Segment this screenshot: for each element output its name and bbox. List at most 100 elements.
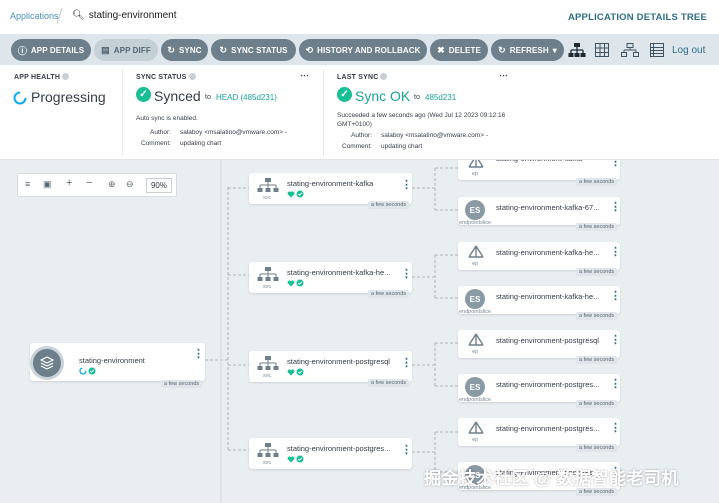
comment-value: updating chart bbox=[381, 143, 423, 150]
last-sync-status: Sync OK bbox=[355, 88, 411, 104]
service-node[interactable]: svc stating-environment-kafka-he... ⋮ a … bbox=[249, 262, 412, 298]
node-menu-icon[interactable]: ⋮ bbox=[610, 423, 621, 434]
app-diff-label: APP DIFF bbox=[113, 45, 151, 55]
author-label: Author: bbox=[351, 132, 372, 139]
app-diff-button[interactable]: ▤ APP DIFF bbox=[94, 39, 158, 61]
history-label: HISTORY AND ROLLBACK bbox=[317, 45, 421, 55]
breadcrumb-app-label: stating-environment bbox=[88, 10, 177, 21]
author-value: salaboy <msalatino@vmware.com> - bbox=[381, 132, 489, 139]
sync-button[interactable]: ↻ SYNC bbox=[161, 39, 208, 61]
service-node[interactable]: svc stating-environment-kafka ⋮ a few se… bbox=[249, 173, 412, 209]
node-menu-icon[interactable]: ⋮ bbox=[610, 247, 621, 258]
endpointslice-node[interactable]: ES endpointslice stating-environment-kaf… bbox=[458, 286, 621, 320]
last-sync-revision[interactable]: 485d231 bbox=[425, 93, 456, 102]
endpoint-node[interactable]: ep stating-environment-postgres... ⋮ a f… bbox=[458, 418, 621, 452]
last-sync-title: LAST SYNC bbox=[337, 73, 388, 81]
node-kind: ep bbox=[472, 349, 479, 355]
app-health-status: Progressing bbox=[31, 89, 106, 105]
app-health-title: APP HEALTH bbox=[14, 73, 70, 81]
app-details-button[interactable]: ⓘ APP DETAILS bbox=[11, 39, 91, 61]
node-status-icons bbox=[287, 455, 304, 463]
node-name: stating-environment-kafka-he... bbox=[496, 292, 600, 301]
refresh-icon: ↻ bbox=[498, 44, 506, 55]
endpoint-node[interactable]: ep stating-environment-postgresql ⋮ a fe… bbox=[458, 330, 621, 364]
progressing-icon bbox=[13, 91, 27, 105]
sync-status-label: SYNC STATUS bbox=[231, 45, 288, 55]
sync-status-title: SYNC STATUS bbox=[136, 73, 196, 81]
node-status-icons bbox=[287, 368, 304, 376]
chevron-down-icon: ▾ bbox=[552, 45, 557, 55]
comment-label: Comment: bbox=[141, 140, 171, 147]
magnify-plus-icon[interactable]: ⊕ bbox=[108, 179, 116, 190]
node-name: stating-environment-postgresql bbox=[496, 336, 599, 345]
search-icon: 🔍︎ bbox=[72, 10, 85, 21]
node-time: a few seconds bbox=[576, 268, 618, 276]
refresh-button[interactable]: ↻ REFRESH ▾ bbox=[491, 39, 564, 61]
node-menu-icon[interactable]: ⋮ bbox=[401, 445, 412, 456]
sync-status-more-icon[interactable]: ⋯ bbox=[300, 70, 310, 81]
node-menu-icon[interactable]: ⋮ bbox=[610, 202, 621, 213]
node-time: a few seconds bbox=[576, 356, 618, 364]
node-kind: svc bbox=[263, 284, 272, 290]
node-menu-icon[interactable]: ⋮ bbox=[610, 335, 621, 346]
zoom-level[interactable]: 90% bbox=[146, 178, 172, 193]
sync-status-section: SYNC STATUS ⋯ ✓ Synced to HEAD (485d231)… bbox=[123, 65, 323, 160]
endpointslice-node[interactable]: ES endpointslice stating-environment-pos… bbox=[458, 374, 621, 408]
endpointslice-icon: ES bbox=[465, 200, 485, 220]
node-status-icons bbox=[79, 367, 96, 375]
endpoint-node[interactable]: ep stating-environment-kafka-he... ⋮ a f… bbox=[458, 242, 621, 276]
node-menu-icon[interactable]: ⋮ bbox=[401, 180, 412, 191]
endpoint-icon bbox=[468, 245, 484, 258]
magnify-minus-icon[interactable]: ⊖ bbox=[126, 179, 134, 190]
endpointslice-icon: ES bbox=[465, 377, 485, 397]
node-menu-icon[interactable]: ⋮ bbox=[610, 291, 621, 302]
logout-link[interactable]: Log out bbox=[672, 45, 705, 56]
node-name: stating-environment-postgresql bbox=[287, 357, 390, 366]
node-name: stating-environment-kafka bbox=[496, 160, 582, 163]
top-bar: Applications 🔍︎ stating-environment APPLI… bbox=[0, 0, 719, 34]
node-name: stating-environment-kafka-he... bbox=[496, 248, 600, 257]
app-root-node[interactable]: stating-environment ⋮ a few seconds bbox=[30, 343, 205, 388]
service-node[interactable]: svc stating-environment-postgresql ⋮ a f… bbox=[249, 351, 412, 387]
node-kind: ep bbox=[472, 437, 479, 443]
zoom-in-icon[interactable]: + bbox=[66, 177, 72, 189]
network-view-icon[interactable] bbox=[621, 43, 639, 57]
node-name: stating-environment bbox=[79, 356, 145, 365]
sync-status-button[interactable]: ↻ SYNC STATUS bbox=[211, 39, 296, 61]
node-time: a few seconds bbox=[161, 380, 203, 388]
sync-status-revision[interactable]: HEAD (485d231) bbox=[216, 93, 277, 102]
info-icon: ⓘ bbox=[17, 45, 27, 56]
align-icon[interactable]: ≡ bbox=[25, 179, 30, 189]
breadcrumb-applications[interactable]: Applications bbox=[10, 11, 59, 21]
node-menu-icon[interactable]: ⋮ bbox=[610, 379, 621, 390]
node-name: stating-environment-postgres... bbox=[496, 380, 600, 389]
zoom-controls: ≡ ▣ + − ⊕ ⊖ 90% bbox=[17, 173, 177, 197]
node-time: a few seconds bbox=[576, 178, 618, 186]
list-view-icon[interactable] bbox=[650, 43, 664, 57]
node-time: a few seconds bbox=[368, 290, 410, 298]
synced-check-icon: ✓ bbox=[136, 87, 151, 102]
delete-button[interactable]: ✖ DELETE bbox=[430, 39, 488, 61]
app-details-label: APP DETAILS bbox=[30, 45, 85, 55]
node-kind: endpointslice bbox=[459, 220, 492, 226]
fit-icon[interactable]: ▣ bbox=[43, 179, 52, 190]
node-name: stating-environment-postgres... bbox=[287, 444, 391, 453]
node-menu-icon[interactable]: ⋮ bbox=[610, 160, 621, 168]
zoom-out-icon[interactable]: − bbox=[86, 177, 92, 189]
service-node[interactable]: svc stating-environment-postgres... ⋮ bbox=[249, 438, 412, 469]
resource-graph[interactable]: ≡ ▣ + − ⊕ ⊖ 90% stating-environment ⋮ a … bbox=[0, 160, 719, 503]
last-sync-more-icon[interactable]: ⋯ bbox=[499, 70, 509, 81]
node-menu-icon[interactable]: ⋮ bbox=[401, 358, 412, 369]
delete-icon: ✖ bbox=[437, 44, 445, 55]
history-rollback-button[interactable]: ⟲ HISTORY AND ROLLBACK bbox=[299, 39, 427, 61]
breadcrumb-app[interactable]: 🔍︎ stating-environment bbox=[72, 10, 177, 21]
tree-view-icon[interactable] bbox=[568, 43, 586, 57]
endpointslice-node[interactable]: ES endpointslice stating-environment-kaf… bbox=[458, 197, 621, 231]
author-label: Author: bbox=[150, 129, 171, 136]
node-menu-icon[interactable]: ⋮ bbox=[401, 269, 412, 280]
endpoint-node[interactable]: ep stating-environment-kafka ⋮ a few sec… bbox=[458, 160, 621, 186]
node-menu-icon[interactable]: ⋮ bbox=[193, 349, 204, 360]
pods-view-icon[interactable] bbox=[595, 43, 609, 57]
sync-status-icon: ↻ bbox=[219, 44, 228, 55]
service-icon bbox=[257, 356, 279, 370]
